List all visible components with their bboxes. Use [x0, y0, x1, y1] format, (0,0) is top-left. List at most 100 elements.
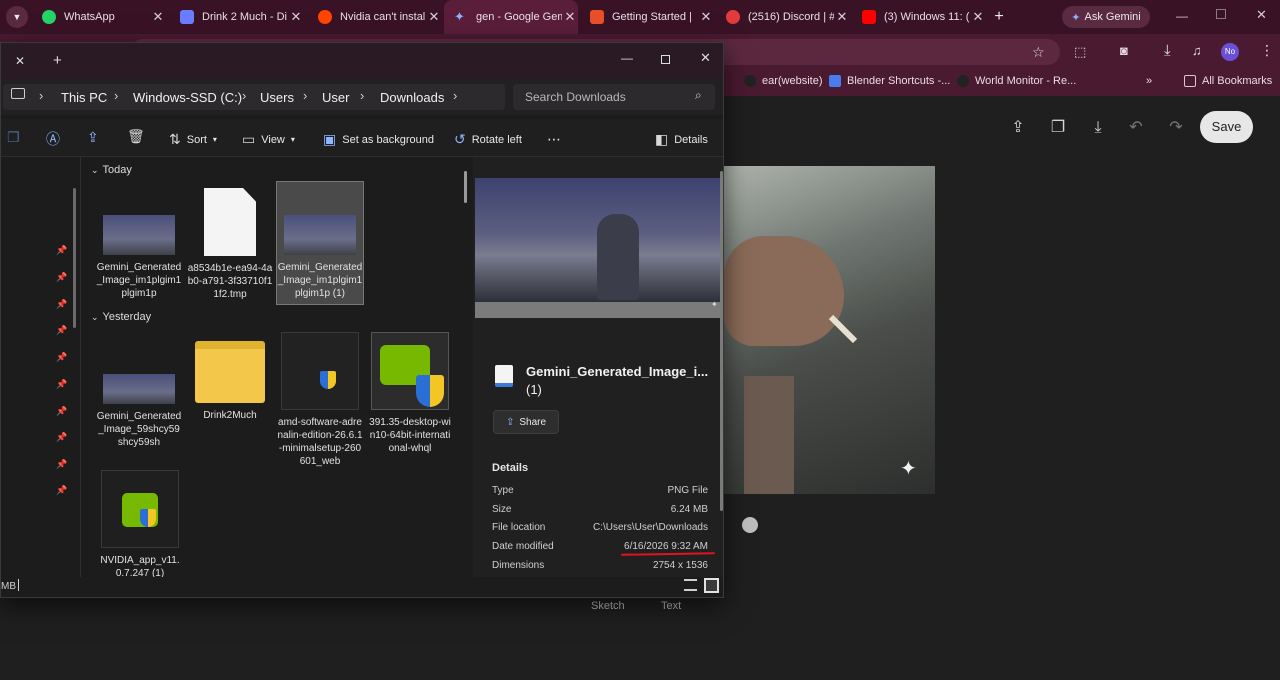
all-bookmarks[interactable]: All Bookmarks: [1184, 75, 1272, 87]
text-tab[interactable]: Text: [661, 600, 681, 612]
close-icon[interactable]: ✕: [150, 9, 166, 25]
close-window-button[interactable]: ✕: [1256, 7, 1267, 23]
large-icons-view-icon[interactable]: [704, 578, 719, 593]
site-icon: [590, 10, 604, 24]
nvidia-installer-icon: [371, 332, 449, 410]
close-tab-icon[interactable]: ✕: [15, 54, 25, 68]
file-explorer-window: ✕ + — ✕ › This PC › Windows-SSD (C:) › U…: [0, 42, 724, 598]
breadcrumb-downloads[interactable]: Downloads: [380, 90, 444, 105]
close-icon[interactable]: ✕: [288, 9, 304, 25]
bookmark-blender-shortcuts[interactable]: Blender Shortcuts -...: [829, 75, 950, 87]
menu-icon[interactable]: ⋮: [1260, 42, 1274, 59]
preview-scrollbar[interactable]: [720, 171, 723, 511]
share-button[interactable]: ⇪ Share: [493, 410, 559, 434]
reddit-icon: [318, 10, 332, 24]
maximize-button[interactable]: [661, 55, 670, 64]
close-icon[interactable]: ✕: [834, 9, 850, 25]
tab-search-button[interactable]: ▼: [6, 6, 28, 28]
tab-whatsapp[interactable]: WhatsApp ✕: [32, 0, 166, 34]
image-thumbnail: [103, 374, 175, 404]
lens-icon[interactable]: ◙: [1120, 43, 1128, 58]
new-tab-icon[interactable]: +: [53, 52, 62, 69]
whatsapp-icon: [42, 10, 56, 24]
details-pane-button[interactable]: ◧ Details: [655, 131, 708, 148]
close-icon[interactable]: ✕: [562, 9, 578, 25]
file-item[interactable]: Gemini_Generated_Image_im1plgim1plgim1p: [96, 215, 182, 300]
folder-item[interactable]: Drink2Much: [187, 341, 273, 422]
delete-icon[interactable]: 🗑: [127, 128, 145, 145]
media-icon[interactable]: ♫: [1192, 43, 1202, 58]
chevron-down-icon: ⌄: [91, 165, 99, 175]
pin-icon: 📌: [56, 245, 68, 255]
download-icon[interactable]: ⤓: [1164, 42, 1171, 59]
rotate-left-button[interactable]: ↺ Rotate left: [454, 131, 522, 148]
brush-handle[interactable]: [742, 517, 758, 533]
close-window-button[interactable]: ✕: [700, 50, 711, 66]
copy-icon[interactable]: ❐: [7, 129, 20, 146]
file-item[interactable]: 391.35-desktop-win10-64bit-international…: [367, 332, 453, 455]
more-bookmarks-chevron-icon[interactable]: »: [1146, 75, 1152, 87]
close-icon[interactable]: ✕: [970, 9, 986, 25]
new-tab-button[interactable]: +: [990, 8, 1008, 26]
share-icon: ⇪: [505, 416, 515, 428]
tab-gemini[interactable]: ✦ gen - Google Gem ✕: [444, 0, 578, 34]
breadcrumb-windows-ssd[interactable]: Windows-SSD (C:): [133, 90, 242, 105]
breadcrumb-users[interactable]: Users: [260, 90, 294, 105]
nvidia-app-installer-icon: [101, 470, 179, 548]
restore-button[interactable]: [1216, 9, 1226, 19]
file-item[interactable]: a8534b1e-ea94-4ab0-a791-3f33710f11f2.tmp: [187, 188, 273, 301]
view-button[interactable]: ▭ View ▾: [242, 131, 295, 148]
sketch-tab[interactable]: Sketch: [591, 600, 625, 612]
download-icon[interactable]: ⤓: [1088, 118, 1108, 138]
chevron-right-icon: ›: [303, 88, 308, 103]
cigarette-shape: [828, 314, 858, 344]
person-figure: [597, 214, 639, 300]
bookmark-ear-website[interactable]: ear(website): [744, 75, 823, 87]
copy-icon[interactable]: ❐: [1048, 118, 1068, 138]
breadcrumb-this-pc[interactable]: This PC: [61, 90, 107, 105]
profile-avatar[interactable]: No: [1221, 43, 1239, 61]
extensions-icon[interactable]: ⬚: [1074, 44, 1086, 60]
search-input[interactable]: Search Downloads: [525, 90, 626, 104]
group-header-today[interactable]: ⌄ Today: [91, 164, 132, 176]
tab-getting-started[interactable]: Getting Started | ✕: [580, 0, 714, 34]
save-button[interactable]: Save: [1200, 111, 1253, 143]
close-icon[interactable]: ✕: [426, 9, 442, 25]
monitor-icon: [11, 88, 25, 99]
details-view-icon[interactable]: [684, 579, 697, 591]
bookmark-world-monitor[interactable]: World Monitor - Re...: [957, 75, 1076, 87]
tab-discord[interactable]: (2516) Discord | # ✕: [716, 0, 850, 34]
rename-icon[interactable]: Ⓐ: [46, 129, 60, 149]
redo-icon[interactable]: ↷: [1166, 118, 1186, 138]
set-as-background-button[interactable]: ▣ Set as background: [323, 131, 434, 148]
nav-scrollbar[interactable]: [73, 188, 76, 328]
minimize-button[interactable]: —: [621, 51, 633, 65]
undo-icon[interactable]: ↶: [1126, 118, 1146, 138]
chevron-down-icon: ⌄: [91, 312, 99, 322]
tab-drink-2-much[interactable]: Drink 2 Much - Di ✕: [170, 0, 304, 34]
tab-reddit[interactable]: Nvidia can't instal ✕: [308, 0, 442, 34]
close-icon[interactable]: ✕: [698, 9, 714, 25]
sparkle-icon: ✦: [900, 458, 917, 480]
file-item[interactable]: Gemini_Generated_Image_59shcy59shcy59sh: [96, 374, 182, 449]
group-header-yesterday[interactable]: ⌄ Yesterday: [91, 311, 151, 323]
share-icon[interactable]: ⇪: [87, 129, 99, 146]
file-item[interactable]: NVIDIA_app_v11.0.7.247 (1): [97, 470, 183, 580]
hand-shape: [724, 236, 844, 346]
sort-button[interactable]: ⇅ Sort ▾: [169, 131, 217, 148]
share-icon[interactable]: ⇪: [1008, 118, 1028, 138]
tab-youtube[interactable]: (3) Windows 11: ( ✕: [852, 0, 986, 34]
file-item[interactable]: amd-software-adrenalin-edition-26.6.1-mi…: [277, 332, 363, 468]
detail-row-location: File location C:\Users\User\Downloads: [492, 522, 708, 533]
star-icon[interactable]: ☆: [1032, 44, 1045, 61]
folder-icon: [1184, 75, 1196, 87]
file-list-scrollbar[interactable]: [464, 171, 467, 203]
more-options-button[interactable]: ⋯: [547, 131, 561, 148]
pin-icon: 📌: [56, 406, 68, 416]
breadcrumb-user[interactable]: User: [322, 90, 349, 105]
chevron-right-icon: ›: [453, 88, 458, 103]
file-item-selected[interactable]: Gemini_Generated_Image_im1plgim1plgim1p …: [277, 215, 363, 300]
chevron-right-icon: ›: [114, 88, 119, 103]
minimize-button[interactable]: —: [1176, 9, 1188, 23]
ask-gemini-button[interactable]: ✦ Ask Gemini: [1062, 6, 1150, 28]
